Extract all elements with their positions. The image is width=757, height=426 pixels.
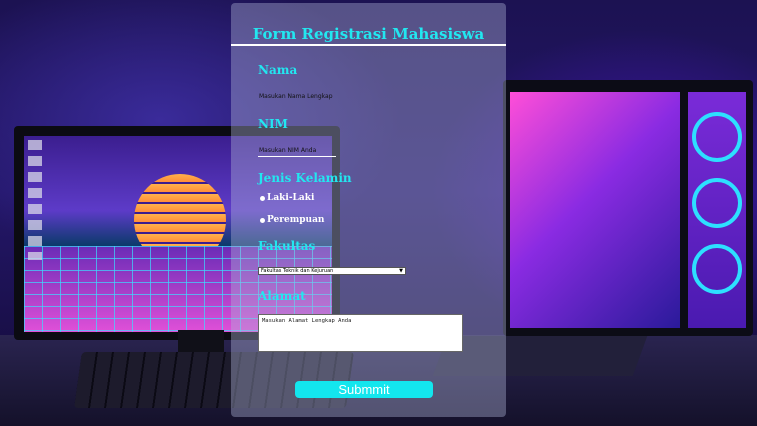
radio-laki-laki[interactable]: Laki-Laki [260,193,314,203]
fakultas-select[interactable]: Fakultas Teknik dan Kejuruan ▼ [258,267,406,275]
nim-label: NIM [258,117,288,131]
title-divider [231,44,506,46]
radio-button-icon[interactable] [260,195,265,201]
fakultas-label: Fakultas [258,239,316,253]
nim-input-underline [258,156,336,157]
alamat-label: Alamat [258,289,306,303]
chevron-down-icon: ▼ [399,268,403,274]
alamat-textarea[interactable]: Masukan Alamat Lengkap Anda [258,314,463,352]
form-title: Form Registrasi Mahasiswa [252,25,485,43]
nim-input[interactable]: Masukan NIM Anda [259,147,316,154]
nama-label: Nama [258,63,298,77]
pc-glass-panel [510,92,680,328]
radio-button-icon[interactable] [260,217,265,223]
fakultas-selected-value: Fakultas Teknik dan Kejuruan [261,268,334,274]
submit-button[interactable]: Submmit [295,381,433,398]
jenis-kelamin-label: Jenis Kelamin [258,171,352,185]
fan-icon [692,178,742,228]
radio-label: Laki-Laki [267,193,315,203]
fan-icon [692,112,742,162]
registration-form: Form Registrasi Mahasiswa Nama Masukan N… [231,3,506,417]
radio-label: Perempuan [267,215,325,225]
nama-input[interactable]: Masukan Nama Lengkap [259,93,333,100]
radio-perempuan[interactable]: Perempuan [260,215,324,225]
alamat-placeholder: Masukan Alamat Lengkap Anda [262,318,352,324]
fan-icon [692,244,742,294]
desktop-icons [28,140,42,260]
